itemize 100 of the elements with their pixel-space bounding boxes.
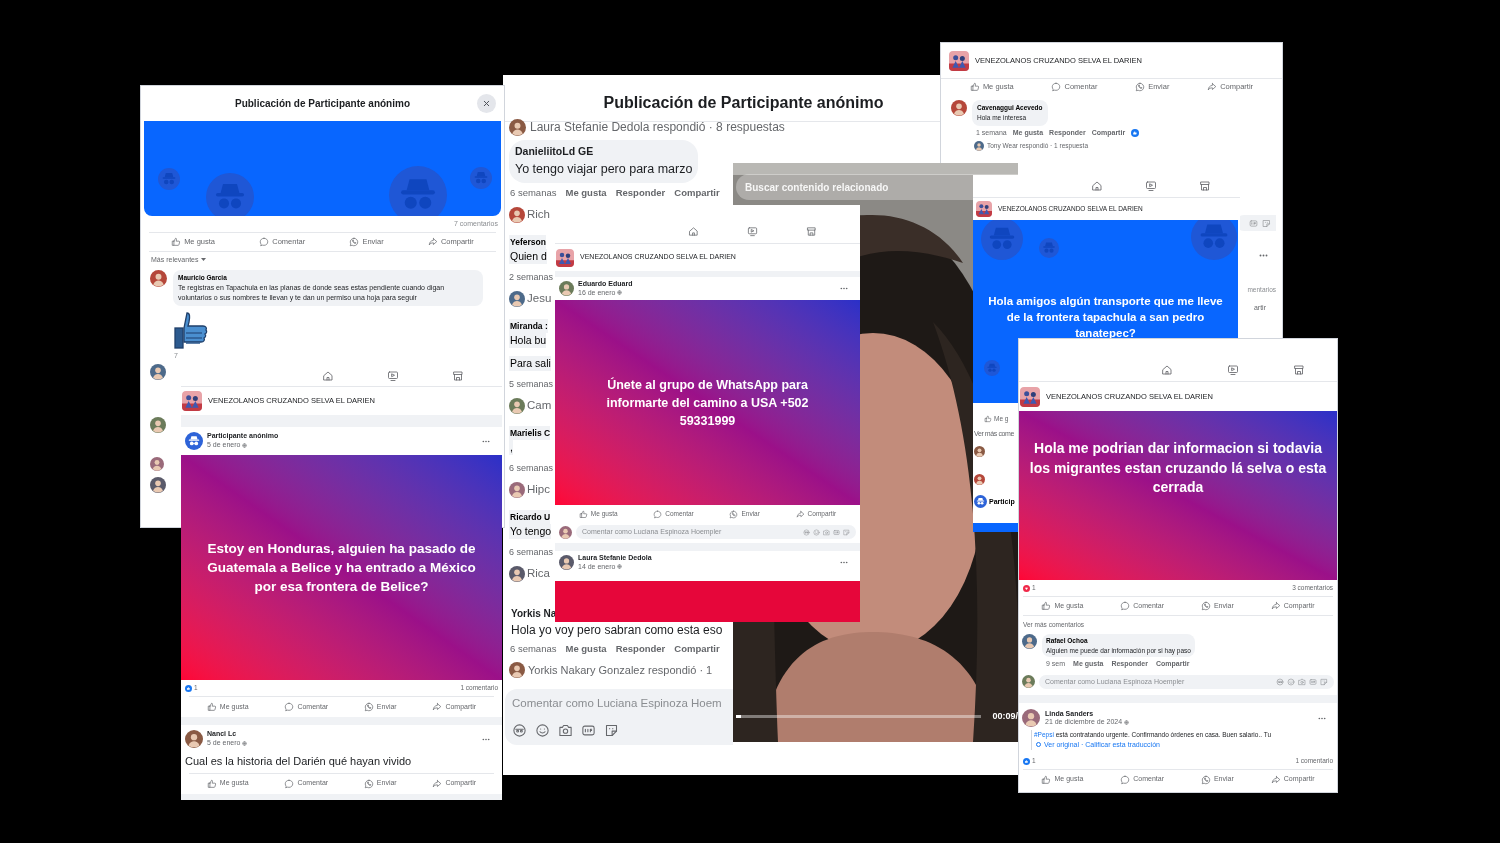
comment-author[interactable]: Yeferson [509, 234, 546, 249]
comment-placeholder: Comentar como Luciana Espinoza Hoem [512, 696, 723, 712]
avatar [185, 730, 203, 748]
window-title: Publicación de Participante anónimo [603, 93, 884, 113]
share-arrow-icon [432, 702, 443, 712]
globe-icon [242, 442, 248, 448]
avatar-sticker-icon[interactable] [512, 722, 527, 738]
sticker-icon[interactable] [604, 722, 619, 738]
avatar-sticker-icon[interactable] [1276, 677, 1284, 686]
share-arrow-icon [427, 236, 438, 247]
avatar [150, 477, 166, 494]
avatar [1022, 675, 1035, 689]
like-icon [1041, 601, 1052, 611]
phone-bubble-icon [363, 778, 374, 789]
speech-bubble-icon [284, 778, 295, 789]
globe-icon [242, 740, 248, 746]
avatar [559, 281, 574, 296]
smiley-icon[interactable] [535, 722, 550, 738]
avatar [1022, 709, 1040, 728]
phone-bubble-icon [363, 702, 374, 712]
comment-action-link[interactable]: Responder [615, 641, 666, 656]
avatar [150, 417, 166, 434]
avatar [974, 141, 984, 151]
share-arrow-icon [1207, 82, 1218, 92]
close-button[interactable] [477, 94, 496, 113]
comment-action-link[interactable]: Compartir [674, 641, 720, 656]
reply-author[interactable]: Rica [527, 565, 550, 583]
globe-icon [1124, 720, 1130, 726]
globe-icon [617, 290, 623, 296]
avatar [150, 364, 166, 381]
reply-author[interactable]: Hipc [527, 481, 550, 499]
reply-author[interactable]: Rich [527, 206, 550, 224]
comment-action-link[interactable]: Compartir [674, 185, 720, 200]
avatar [509, 290, 525, 307]
camera-icon[interactable] [558, 722, 573, 738]
store-icon[interactable] [452, 369, 464, 382]
avatar [509, 397, 525, 414]
globe-icon [617, 564, 623, 570]
caret-icon [201, 258, 207, 262]
avatar [509, 565, 525, 582]
translate-icon [1036, 742, 1041, 748]
store-icon[interactable] [1293, 364, 1305, 376]
video-icon[interactable] [1227, 364, 1239, 376]
like-icon [578, 509, 588, 519]
speech-bubble-icon [1120, 774, 1131, 785]
like-icon [171, 236, 182, 247]
phone-bubble-icon [1200, 774, 1211, 785]
video-icon[interactable] [1145, 180, 1157, 192]
comment-author[interactable]: Miranda : [509, 318, 548, 333]
comment-time: 6 semanas [509, 461, 554, 475]
avatar [509, 206, 525, 223]
anonymous-icon [1191, 220, 1237, 260]
gif-icon[interactable] [581, 722, 596, 738]
anonymous-icon [470, 167, 492, 189]
avatar [509, 481, 525, 498]
home-icon[interactable] [1161, 364, 1173, 376]
comment-author[interactable]: Ricardo U [509, 509, 551, 524]
like-icon [969, 82, 980, 92]
comment-author[interactable]: Marielis C [509, 425, 551, 440]
post-image-text: Hola amigos algún transporte que me lleve de la frontera tapachula a san pedro tanatepec? [987, 293, 1224, 341]
heart-reaction-icon [1023, 584, 1030, 592]
anonymous-icon [389, 166, 447, 216]
comment-action-link[interactable]: Me gusta [565, 185, 607, 200]
comment-text: Hola yo voy pero sabran como esta eso [511, 621, 723, 639]
anonymous-icon [158, 168, 180, 190]
comment-time: 2 semanas [509, 270, 554, 284]
comment-action-link[interactable]: Me gusta [565, 641, 607, 656]
video-icon[interactable] [387, 369, 399, 382]
avatar [509, 118, 526, 136]
reply-summary[interactable]: Laura Stefanie Dedola respondió · 8 respuestas [530, 118, 785, 136]
more-icon[interactable] [1318, 716, 1326, 720]
post-image-text: Hola me podrian dar informacion si todavia los migrantes estan cruzando lá selva o esta cerrada [1028, 439, 1328, 497]
reply-author[interactable]: Jesu [527, 290, 552, 308]
reply-summary[interactable]: Yorkis Nakary Gonzalez respondió · 1 [528, 662, 713, 679]
like-icon [206, 778, 217, 789]
comment-time: 6 semanas [509, 545, 554, 559]
home-icon[interactable] [688, 226, 699, 237]
window-title: Publicación de Participante anónimo [234, 97, 410, 111]
more-icon[interactable] [482, 737, 490, 741]
post-image-text: Estoy en Honduras, alguien ha pasado de Guatemala a Belice y ha entrado a México por esa frontera de Belice? [206, 540, 477, 596]
comment-author[interactable]: DanieliitoLd GE [515, 144, 693, 160]
avatar [1022, 633, 1037, 649]
home-icon[interactable] [1091, 180, 1103, 192]
avatar [150, 270, 167, 287]
share-arrow-icon [432, 778, 443, 789]
close-icon [482, 99, 491, 108]
like-reaction-icon [185, 684, 192, 692]
reply-author[interactable]: Cam [527, 397, 552, 415]
comment-time: 6 semanas [510, 185, 557, 200]
store-icon[interactable] [1199, 180, 1211, 192]
thumbs-up-sticker-icon [173, 310, 209, 349]
phone-bubble-icon [349, 236, 360, 247]
like-icon [1041, 774, 1052, 785]
home-icon[interactable] [322, 369, 334, 382]
more-icon[interactable] [1259, 254, 1268, 257]
comment-action-link[interactable]: Responder [615, 185, 666, 200]
post-text: Cual es la historia del Darién qué hayan vivido [184, 754, 413, 769]
anonymous-icon [1039, 238, 1059, 258]
more-icon[interactable] [482, 439, 490, 443]
speech-bubble-icon [653, 509, 663, 519]
